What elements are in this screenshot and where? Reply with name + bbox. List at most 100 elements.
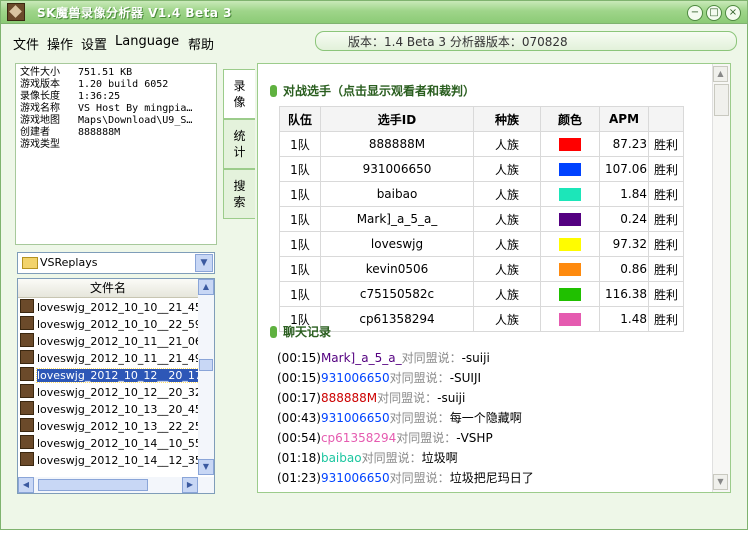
scroll-up-icon[interactable]: ▲ [198,279,214,295]
folder-icon [22,257,38,269]
player-color [540,306,600,332]
player-row[interactable]: 1队 888888M 人族 87.23 胜利 [279,131,684,157]
replay-file-icon [20,367,34,381]
player-row[interactable]: 1队 c75150582c 人族 116.38 胜利 [279,281,684,307]
player-color [540,281,600,307]
menu-operation[interactable]: 操作 [47,34,73,53]
folder-name: VSReplays [40,256,98,269]
chevron-down-icon[interactable]: ▼ [195,254,213,272]
menu-file[interactable]: 文件 [13,34,39,53]
file-name: loveswjg_2012_10_13__22_25_ [37,420,198,433]
file-name: loveswjg_2012_10_14__10_55_ [37,437,198,450]
player-id: baibao [320,181,474,207]
chat-text: -suiji [437,391,466,405]
title-bar[interactable]: SK魔兽录像分析器 V1.4 Beta 3 − □ × [1,1,747,24]
menu-language[interactable]: Language [115,34,179,49]
player-row[interactable]: 1队 931006650 人族 107.06 胜利 [279,156,684,182]
file-name: loveswjg_2012_10_10__21_45_ [37,301,198,314]
scroll-down-icon[interactable]: ▼ [198,459,214,475]
chat-line: (00:15)931006650对同盟说：-SUIJI [277,369,481,386]
chat-line: (01:23)931006650对同盟说：垃圾把尼玛日了 [277,469,534,486]
file-name: loveswjg_2012_10_12__20_32_ [37,386,198,399]
player-team: 1队 [279,206,321,232]
player-team: 1队 [279,181,321,207]
menu-help[interactable]: 帮助 [188,34,214,53]
player-color [540,156,600,182]
maximize-button[interactable]: □ [706,5,722,21]
hscroll-thumb[interactable] [38,479,148,491]
player-id: Mark]_a_5_a_ [320,206,474,232]
replay-file-icon [20,401,34,415]
replay-detail-panel: 对战选手（点击显示观看者和裁判） 队伍 选手ID 种族 颜色 APM 1队 888… [257,63,731,493]
player-row[interactable]: 1队 loveswjg 人族 97.32 胜利 [279,231,684,257]
scroll-thumb[interactable] [199,359,213,371]
file-list-item[interactable]: loveswjg_2012_10_14__12_35_ [20,452,198,468]
player-row[interactable]: 1队 kevin0506 人族 0.86 胜利 [279,256,684,282]
file-list-item[interactable]: loveswjg_2012_10_11__21_49_ [20,350,198,366]
file-list-hscrollbar[interactable]: ◀ ▶ [18,477,214,493]
tab-replay[interactable]: 录像 [223,69,255,119]
chat-player: 931006650 [320,471,390,485]
panel-scrollbar[interactable]: ▲ ▼ [712,64,730,492]
color-swatch [559,213,581,226]
header-color: 颜色 [540,106,600,132]
main-window: SK魔兽录像分析器 V1.4 Beta 3 − □ × 文件 操作 设置 Lan… [0,0,748,530]
scroll-up-icon[interactable]: ▲ [713,66,728,82]
chat-scope: 对同盟说： [389,411,450,425]
scroll-right-icon[interactable]: ▶ [182,477,198,493]
header-race: 种族 [473,106,541,132]
player-apm: 87.23 [599,131,649,157]
player-result: 胜利 [648,181,684,207]
file-list-item[interactable]: loveswjg_2012_10_11__21_06_ [20,333,198,349]
players-table-header: 队伍 选手ID 种族 颜色 APM [279,106,684,132]
file-name: loveswjg_2012_10_12__20_17_ [35,368,198,383]
file-list-item[interactable]: loveswjg_2012_10_12__20_32_ [20,384,198,400]
player-apm: 0.86 [599,256,649,282]
panel-scroll-thumb[interactable] [714,84,729,116]
window-title: SK魔兽录像分析器 V1.4 Beta 3 [37,6,232,20]
menu-settings[interactable]: 设置 [81,34,107,53]
file-list-item[interactable]: loveswjg_2012_10_13__20_45_ [20,401,198,417]
folder-dropdown[interactable]: VSReplays ▼ [17,252,215,274]
replay-file-icon [20,316,34,330]
tab-stats-label: 统计 [233,129,246,159]
player-team: 1队 [279,281,321,307]
minimize-button[interactable]: − [687,5,703,21]
player-row[interactable]: 1队 Mark]_a_5_a_ 人族 0.24 胜利 [279,206,684,232]
replay-file-icon [20,384,34,398]
scroll-left-icon[interactable]: ◀ [18,477,34,493]
chat-scope: 对同盟说： [361,451,422,465]
chat-text: -VSHP [456,431,493,445]
scroll-down-icon[interactable]: ▼ [713,474,728,490]
player-color [540,206,600,232]
chat-line: (00:43)931006650对同盟说：每一个隐藏啊 [277,409,522,426]
player-apm: 1.48 [599,306,649,332]
file-list-item[interactable]: loveswjg_2012_10_10__22_59_ [20,316,198,332]
file-list-item[interactable]: loveswjg_2012_10_14__10_55_ [20,435,198,451]
version-text: 版本：1.4 Beta 3 分析器版本：070828 [348,35,568,49]
player-row[interactable]: 1队 cp61358294 人族 1.48 胜利 [279,306,684,332]
file-name: loveswjg_2012_10_11__21_49_ [37,352,198,365]
file-list-item[interactable]: loveswjg_2012_10_10__21_45_ [20,299,198,315]
player-row[interactable]: 1队 baibao 人族 1.84 胜利 [279,181,684,207]
player-color [540,131,600,157]
info-row-game-type: 游戏类型 [20,139,60,150]
tab-stats[interactable]: 统计 [223,119,255,169]
replay-file-list[interactable]: 文件名 loveswjg_2012_10_10__21_45_ loveswjg_… [17,278,215,494]
chat-scope: 对同盟说： [389,471,450,485]
tab-search[interactable]: 搜索 [223,169,255,219]
chat-time: (00:17) [277,391,321,405]
file-list-scrollbar[interactable]: ▲ ▼ [198,279,214,475]
file-list-item[interactable]: loveswjg_2012_10_13__22_25_ [20,418,198,434]
close-button[interactable]: × [725,5,741,21]
player-race: 人族 [473,231,541,257]
file-list-header[interactable]: 文件名 [18,279,198,298]
file-list-item[interactable]: loveswjg_2012_10_12__20_17_ [20,367,198,383]
info-row-game-map: 游戏地图 Maps\Download\U9_S… [20,115,193,126]
player-race: 人族 [473,306,541,332]
players-section-title[interactable]: 对战选手（点击显示观看者和裁判） [270,82,475,99]
player-race: 人族 [473,256,541,282]
player-apm: 116.38 [599,281,649,307]
player-race: 人族 [473,281,541,307]
tab-strip: 录像 统计 搜索 [223,63,257,493]
